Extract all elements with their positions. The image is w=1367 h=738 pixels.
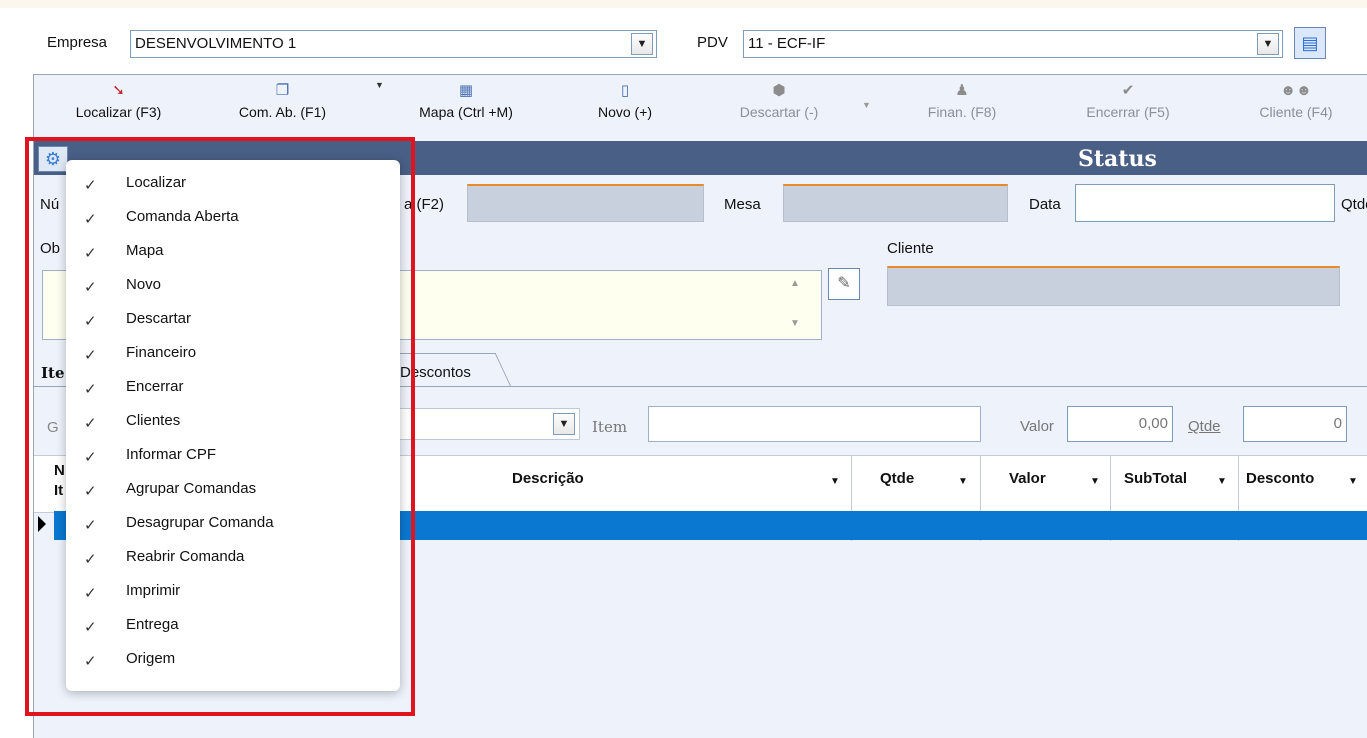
column-subtotal[interactable]: SubTotal (1124, 470, 1187, 487)
toolbar-financeiro-button[interactable]: ♟ Finan. (F8) (913, 78, 1011, 138)
valor-label: Valor (1020, 418, 1054, 435)
scroll-down-icon[interactable]: ▼ (790, 318, 800, 329)
grupo-select[interactable] (390, 408, 580, 440)
toolbar-label: Descartar (-) (739, 104, 819, 120)
toolbar-encerrar-button[interactable]: ✔ Encerrar (F5) (1068, 78, 1188, 138)
toolbar-comanda-aberta-button[interactable]: ❐ Com. Ab. (F1) (214, 78, 351, 138)
qtde-label: Qtde (1341, 196, 1367, 213)
top-strip (0, 0, 1367, 8)
column-valor[interactable]: Valor (1009, 470, 1046, 487)
cliente-field[interactable] (887, 266, 1340, 306)
toolbar-label: Novo (+) (597, 104, 653, 120)
users-icon: ☻☻ (1280, 82, 1312, 99)
toolbar-label: Encerrar (F5) (1086, 104, 1170, 120)
mesa-label: Mesa (724, 196, 761, 213)
toolbar-label: Finan. (F8) (927, 104, 997, 120)
toolbar-descartar-button[interactable]: ⬢ Descartar (-) (720, 78, 838, 138)
empresa-dropdown-button[interactable]: ▼ (631, 33, 653, 55)
valor-value: 0,00 (1138, 415, 1168, 432)
data-field[interactable] (1075, 184, 1335, 222)
chevron-down-icon[interactable]: ▼ (1348, 476, 1358, 487)
chevron-down-icon[interactable]: ▼ (375, 80, 384, 90)
calendar-grid-icon: ▦ (458, 82, 474, 99)
item-label: Item (592, 418, 628, 436)
column-descricao[interactable]: Descrição (512, 470, 584, 487)
empresa-value: DESENVOLVIMENTO 1 (135, 35, 297, 52)
comanda-field[interactable] (467, 184, 704, 222)
chevron-down-icon[interactable]: ▼ (830, 476, 840, 487)
toolbar-label: Localizar (F3) (75, 104, 162, 120)
chevron-down-icon[interactable]: ▼ (1090, 476, 1100, 487)
data-label: Data (1029, 196, 1061, 213)
column-desconto[interactable]: Desconto (1246, 470, 1314, 487)
pdv-label: PDV (697, 34, 728, 51)
qtde-item-field[interactable]: 0 (1243, 406, 1347, 442)
toolbar-localizar-button[interactable]: ➘ Localizar (F3) (55, 78, 182, 138)
toolbar-label: Mapa (Ctrl +M) (419, 104, 513, 120)
discard-icon: ⬢ (772, 82, 786, 99)
cliente-label: Cliente (887, 240, 934, 257)
chevron-down-icon[interactable]: ▼ (862, 100, 871, 110)
scroll-up-icon[interactable]: ▲ (790, 278, 800, 289)
checkmark-icon: ✔ (1121, 82, 1135, 99)
grupo-dropdown-button[interactable]: ▼ (553, 413, 575, 435)
money-bag-icon: ♟ (955, 82, 969, 99)
empresa-label: Empresa (47, 34, 108, 51)
pdv-select[interactable]: 11 - ECF-IF (743, 30, 1283, 58)
mesa-field[interactable] (783, 184, 1008, 222)
pdv-dropdown-button[interactable]: ▼ (1257, 33, 1279, 55)
toolbar-cliente-button[interactable]: ☻☻ Cliente (F4) (1242, 78, 1350, 138)
chevron-down-icon[interactable]: ▼ (958, 476, 968, 487)
qtde-item-label: Qtde (1188, 418, 1221, 435)
toolbar-label: Cliente (F4) (1259, 104, 1333, 120)
document-icon: ▤ (1301, 33, 1319, 53)
toolbar-mapa-button[interactable]: ▦ Mapa (Ctrl +M) (396, 78, 536, 138)
status-title: Status (1078, 146, 1157, 172)
valor-field[interactable]: 0,00 (1067, 406, 1173, 442)
chevron-down-icon: ▼ (1262, 38, 1274, 50)
copy-icon: ❐ (275, 82, 290, 99)
item-field[interactable] (648, 406, 981, 442)
pdv-value: 11 - ECF-IF (748, 35, 826, 52)
chevron-down-icon[interactable]: ▼ (1217, 476, 1227, 487)
pen-icon: ✎ (837, 275, 851, 292)
chevron-down-icon: ▼ (636, 38, 648, 50)
qtde-item-value: 0 (1333, 415, 1342, 432)
empresa-select[interactable]: DESENVOLVIMENTO 1 (130, 30, 657, 58)
column-qtde[interactable]: Qtde (880, 470, 914, 487)
notes-button[interactable]: ▤ (1294, 27, 1326, 59)
chevron-down-icon: ▼ (558, 418, 570, 430)
new-document-icon: ▯ (620, 82, 630, 99)
flashlight-icon: ➘ (112, 82, 125, 99)
toolbar-novo-button[interactable]: ▯ Novo (+) (583, 78, 667, 138)
edit-observacao-button[interactable]: ✎ (828, 268, 860, 300)
annotation-highlight-box (25, 137, 415, 716)
toolbar-label: Com. Ab. (F1) (238, 104, 327, 120)
